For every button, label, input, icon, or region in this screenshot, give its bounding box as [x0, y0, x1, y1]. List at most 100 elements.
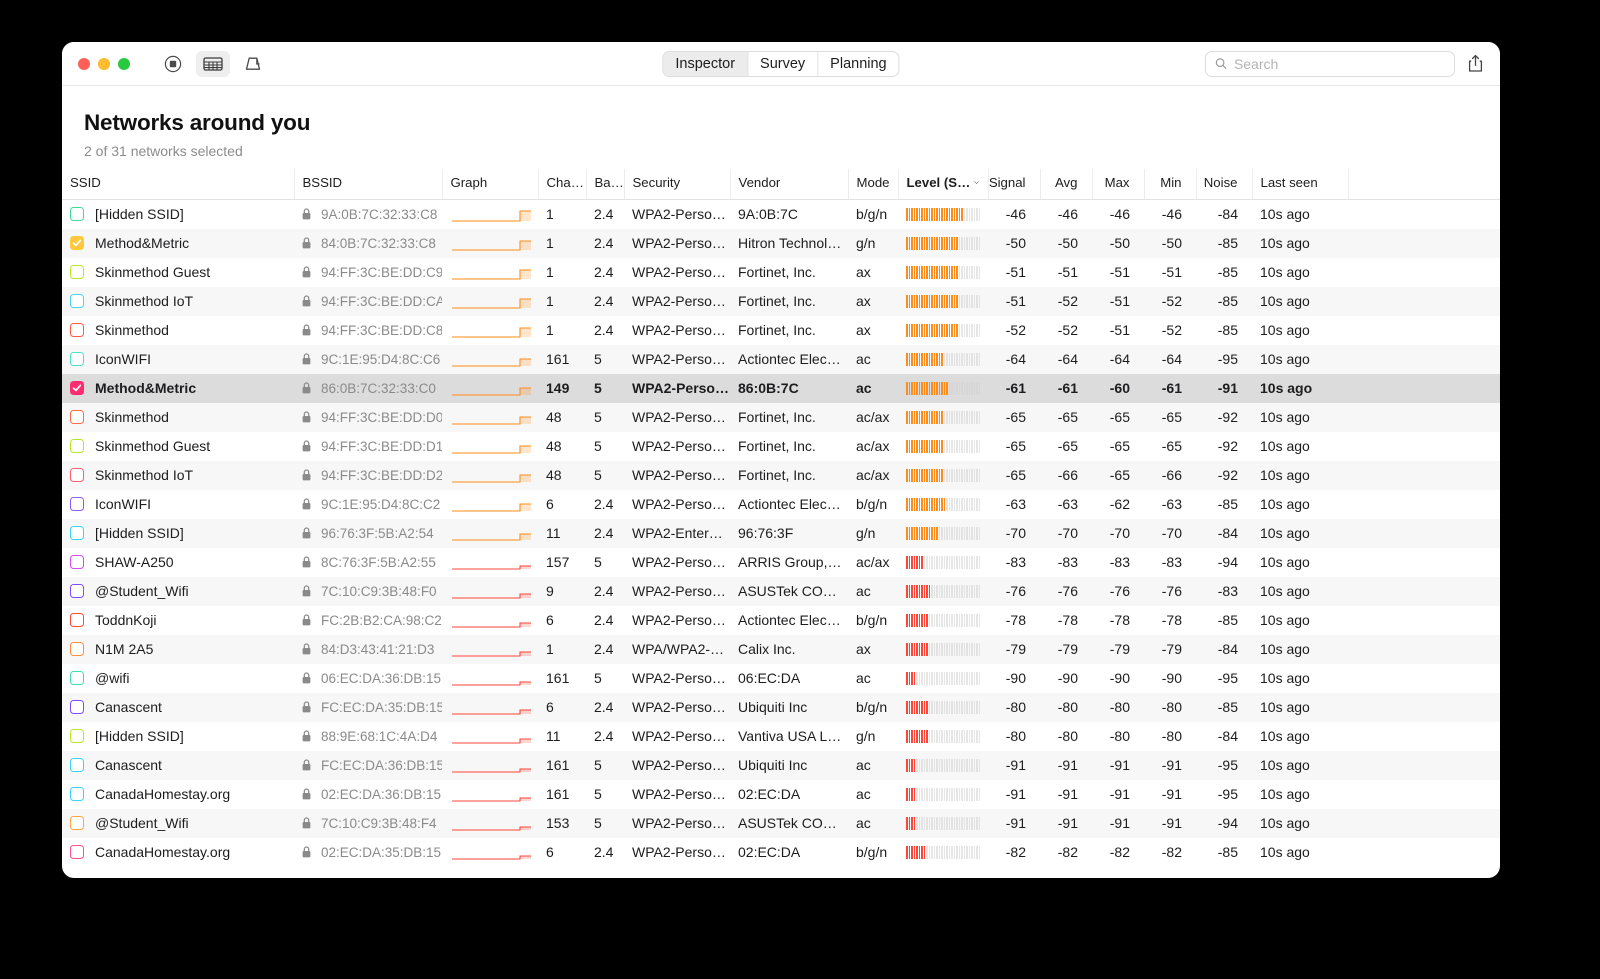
table-row[interactable]: Method&Metric 84:0B:7C:32:33:C8 1 2.4 WPA2-P… [62, 228, 1500, 258]
column-header-noise[interactable]: Noise [1196, 169, 1253, 200]
table-row[interactable]: Skinmethod 94:FF:3C:BE:DD:D0 48 5 WPA2-Perso… [62, 402, 1500, 432]
table-row[interactable]: IconWIFI 9C:1E:95:D4:8C:C2 6 2.4 WPA2-Perso…… [62, 490, 1500, 519]
table-row[interactable]: Skinmethod 94:FF:3C:BE:DD:C8 1 2.4 WPA2-Pers… [62, 316, 1500, 345]
tab-inspector[interactable]: Inspector [663, 51, 749, 76]
row-checkbox[interactable] [70, 555, 84, 569]
row-checkbox[interactable] [70, 729, 84, 743]
column-header-avg[interactable]: Avg [1040, 169, 1093, 200]
column-header-last_seen[interactable]: Last seen [1252, 169, 1349, 200]
cell-graph [442, 751, 538, 780]
cell-vendor: Actiontec Elec… [738, 612, 841, 628]
bssid-label: FC:EC:DA:35:DB:15 [321, 699, 442, 715]
cell-noise: -92 [1217, 438, 1238, 454]
row-checkbox[interactable] [70, 526, 84, 540]
table-row[interactable]: Canascent FC:EC:DA:36:DB:15 161 5 WPA2-Perso… [62, 750, 1500, 780]
cell-avg: -61 [1057, 380, 1078, 396]
table-row[interactable]: ToddnKoji FC:2B:B2:CA:98:C2 6 2.4 WPA2-Perso… [62, 606, 1500, 635]
table-row[interactable]: [Hidden SSID] 96:76:3F:5B:A2:54 11 2.4 WPA2-… [62, 518, 1500, 548]
cell-avg: -52 [1057, 293, 1078, 309]
search-box[interactable] [1205, 50, 1455, 77]
column-header-ssid[interactable]: SSID [62, 169, 295, 200]
row-checkbox[interactable] [70, 700, 84, 714]
table-row[interactable]: @Student_Wifi 7C:10:C9:3B:48:F4 153 5 WPA2-P… [62, 808, 1500, 838]
table-row[interactable]: N1M 2A5 84:D3:43:41:21:D3 1 2.4 WPA/WPA2-… Ca… [62, 634, 1500, 664]
view-mode-segmented-control: Inspector Survey Planning [662, 50, 900, 77]
column-header-vendor[interactable]: Vendor [730, 169, 849, 200]
row-checkbox[interactable] [70, 613, 84, 627]
cell-avg: -65 [1057, 438, 1078, 454]
row-checkbox[interactable] [70, 845, 84, 859]
window-content: Networks around you 2 of 31 networks sel… [62, 86, 1500, 878]
table-row[interactable]: Method&Metric 86:0B:7C:32:33:C0 149 5 WPA2-P… [62, 373, 1500, 403]
share-button[interactable] [1467, 54, 1484, 73]
table-row[interactable]: Canascent FC:EC:DA:35:DB:15 6 2.4 WPA2-Perso… [62, 692, 1500, 722]
cell-band: 2.4 [594, 525, 614, 541]
row-checkbox[interactable] [70, 265, 84, 279]
column-header-mode[interactable]: Mode [848, 169, 899, 200]
cell-level [898, 258, 988, 287]
table-row[interactable]: CanadaHomestay.org 02:EC:DA:35:DB:15 6 2.4 W… [62, 838, 1500, 867]
signal-level-bars [906, 497, 980, 511]
table-row[interactable]: SHAW-A250 8C:76:3F:5B:A2:55 157 5 WPA2-Perso… [62, 548, 1500, 577]
column-header-band[interactable]: Ba… [586, 169, 625, 200]
table-row[interactable]: CanadaHomestay.org 02:EC:DA:36:DB:15 161 5 W… [62, 780, 1500, 809]
lock-icon [302, 527, 311, 539]
row-checkbox[interactable] [70, 671, 84, 685]
table-row[interactable]: @Student_Wifi 7C:10:C9:3B:48:F0 9 2.4 WPA2-P… [62, 576, 1500, 606]
table-view-button[interactable] [196, 50, 230, 77]
column-header-min[interactable]: Min [1144, 169, 1197, 200]
cell-avg: -66 [1057, 467, 1078, 483]
row-checkbox[interactable] [70, 410, 84, 424]
signal-level-bars [906, 352, 980, 366]
cell-noise: -85 [1217, 264, 1238, 280]
table-row[interactable]: @wifi 06:EC:DA:36:DB:15 161 5 WPA2-Perso… 06:… [62, 664, 1500, 693]
record-button[interactable] [156, 51, 190, 77]
row-checkbox[interactable] [70, 352, 84, 366]
row-checkbox[interactable] [70, 642, 84, 656]
cell-band: 2.4 [594, 496, 614, 512]
row-checkbox[interactable] [70, 294, 84, 308]
row-checkbox[interactable] [70, 439, 84, 453]
table-row[interactable]: Skinmethod IoT 94:FF:3C:BE:DD:CA 1 2.4 WPA2-… [62, 286, 1500, 316]
signal-level-bars [906, 236, 980, 250]
table-row[interactable]: Skinmethod Guest 94:FF:3C:BE:DD:D1 48 5 WPA2… [62, 432, 1500, 461]
table-row[interactable]: [Hidden SSID] 9A:0B:7C:32:33:C8 1 2.4 WPA2-P… [62, 200, 1500, 229]
row-checkbox[interactable] [70, 468, 84, 482]
row-checkbox-checked[interactable] [70, 381, 84, 395]
column-header-chan[interactable]: Cha… [538, 169, 587, 200]
tab-survey[interactable]: Survey [748, 51, 819, 76]
table-row[interactable]: [Hidden SSID] 88:9E:68:1C:4A:D4 11 2.4 WPA2-… [62, 722, 1500, 751]
cell-graph [442, 461, 538, 490]
map-view-button[interactable] [236, 51, 270, 77]
column-header-level[interactable]: Level (S… [898, 169, 989, 200]
table-row[interactable]: Skinmethod Guest 94:FF:3C:BE:DD:C9 1 2.4 WPA… [62, 258, 1500, 287]
table-row[interactable]: IconWIFI 9C:1E:95:D4:8C:C6 161 5 WPA2-Perso…… [62, 344, 1500, 374]
row-checkbox[interactable] [70, 787, 84, 801]
column-header-max[interactable]: Max [1092, 169, 1145, 200]
cell-min: -65 [1161, 438, 1182, 454]
close-button[interactable] [78, 57, 90, 70]
row-checkbox[interactable] [70, 758, 84, 772]
row-checkbox-checked[interactable] [70, 236, 84, 250]
row-checkbox[interactable] [70, 323, 84, 337]
tab-planning[interactable]: Planning [818, 52, 898, 76]
networks-table-container[interactable]: SSID BSSID Graph Cha… Ba… Security Vendor Mode L… [62, 169, 1500, 878]
cell-noise: -92 [1217, 467, 1238, 483]
column-header-graph[interactable]: Graph [442, 169, 539, 200]
column-header-bssid[interactable]: BSSID [294, 169, 443, 200]
column-header-signal[interactable]: Signal [988, 169, 1041, 200]
row-checkbox[interactable] [70, 584, 84, 598]
cell-vendor: 06:EC:DA [738, 670, 801, 686]
cell-security: WPA2-Perso… [632, 438, 726, 454]
column-header-security[interactable]: Security [624, 169, 731, 200]
search-input[interactable] [1233, 55, 1445, 72]
table-row[interactable]: Skinmethod IoT 94:FF:3C:BE:DD:D2 48 5 WPA2-P… [62, 460, 1500, 490]
minimize-button[interactable] [98, 57, 110, 70]
zoom-button[interactable] [118, 57, 130, 70]
row-checkbox[interactable] [70, 497, 84, 511]
row-checkbox[interactable] [70, 816, 84, 830]
cell-last-seen: 10s ago [1260, 612, 1310, 628]
row-checkbox[interactable] [70, 207, 84, 222]
lock-icon [302, 266, 311, 278]
toolbar-right-group [1205, 50, 1484, 77]
